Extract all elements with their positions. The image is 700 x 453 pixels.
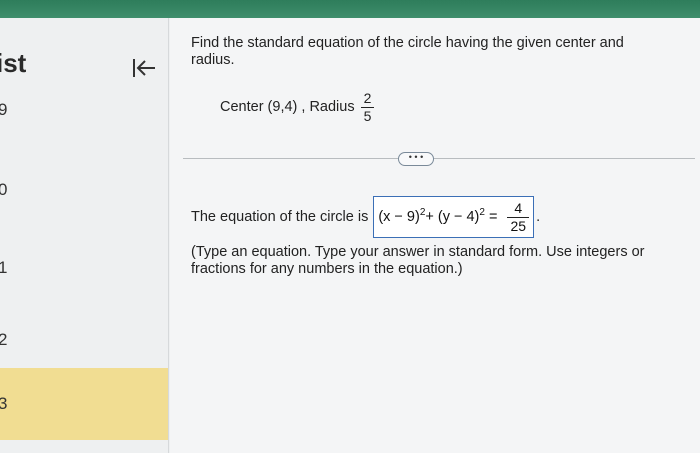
sidebar-item-label: 1 [0, 258, 8, 277]
sidebar-item-9[interactable]: 9 [0, 78, 168, 138]
answer-fraction: 4 25 [507, 199, 530, 234]
sidebar-item-label: 0 [0, 180, 8, 199]
answer-input[interactable]: (x − 9) 2 + (y − 4) 2 = 4 25 [373, 196, 535, 238]
answer-instructions: (Type an equation. Type your answer in s… [191, 244, 645, 277]
answer-lead: The equation of the circle is [191, 209, 369, 225]
radius-denominator: 5 [360, 106, 375, 124]
answer-equals: = [484, 209, 502, 225]
sidebar-item-label: 2 [0, 330, 8, 349]
center-radius-label: Center (9,4) , Radius [220, 99, 355, 115]
answer-lhs-part2: + (y − 4) [425, 209, 480, 225]
given-values: Center (9,4) , Radius 2 5 [220, 87, 375, 127]
answer-denominator: 25 [507, 216, 530, 234]
answer-lhs-part1: (x − 9) [378, 209, 420, 225]
more-button[interactable]: • • • [398, 152, 434, 166]
collapse-left-icon[interactable] [130, 56, 158, 80]
section-divider [183, 158, 695, 159]
answer-line: The equation of the circle is (x − 9) 2 +… [191, 194, 540, 240]
question-prompt: Find the standard equation of the circle… [191, 35, 624, 68]
answer-exponent-2: 2 [479, 206, 485, 218]
sidebar: ist 9 0 1 2 3 [0, 18, 169, 453]
sidebar-item-label: 9 [0, 100, 8, 119]
sidebar-item-label: 3 [0, 394, 8, 413]
top-bar [0, 0, 700, 18]
answer-numerator: 4 [514, 199, 523, 216]
sidebar-item-13[interactable]: 3 [0, 368, 168, 440]
sidebar-item-10[interactable]: 0 [0, 158, 168, 218]
answer-period: . [536, 209, 541, 225]
radius-numerator: 2 [363, 89, 372, 106]
sidebar-item-12[interactable]: 2 [0, 308, 168, 368]
sidebar-title: ist [0, 48, 27, 78]
radius-fraction: 2 5 [360, 89, 375, 124]
answer-exponent-1: 2 [419, 206, 426, 218]
sidebar-item-11[interactable]: 1 [0, 236, 168, 296]
question-panel: Find the standard equation of the circle… [170, 18, 700, 453]
